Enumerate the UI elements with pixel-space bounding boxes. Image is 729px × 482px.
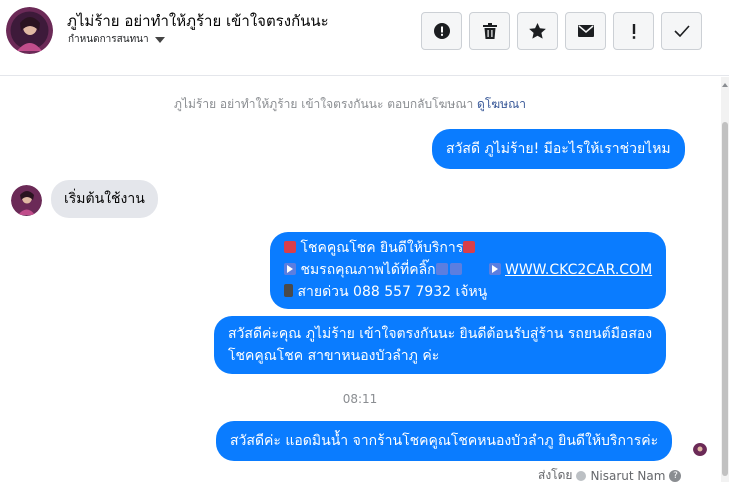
play-button-emoji-icon xyxy=(488,263,501,275)
conversation-title: ภูไม่ร้าย อย่าทำให้ภูร้าย เข้าใจตรงกันนะ xyxy=(67,12,329,30)
message-outgoing[interactable]: สวัสดีค่ะ แอดมินน้ำ จากร้านโชคคูณโชคหนอง… xyxy=(216,421,673,461)
trash-icon xyxy=(482,23,497,39)
sent-status-icon xyxy=(576,470,587,481)
caret-down-icon xyxy=(154,36,165,43)
message-text: เริ่มต้นใช้งาน xyxy=(64,191,145,207)
envelope-icon xyxy=(577,25,594,37)
message-text: สวัสดี ภูไม่ร้าย! มีอะไรให้เราช่วยไหม xyxy=(446,141,671,157)
ad-reply-text: ภูไม่ร้าย อย่าทำให้ภูร้าย เข้าใจตรงกันนะ… xyxy=(174,97,474,111)
star-icon xyxy=(529,23,546,39)
message-text: โชคคูณโชค สาขาหนองบัวลำภู ค่ะ xyxy=(228,348,440,364)
star-button[interactable] xyxy=(517,12,558,50)
message-line: โชคคูณโชค ยินดีให้บริการ xyxy=(284,237,652,259)
sent-by-name: Nisarut Nam xyxy=(590,468,666,482)
conversation-settings-label: กำหนดการสนทนา xyxy=(68,34,149,45)
contact-avatar[interactable] xyxy=(6,7,53,54)
message-line: ชมรถคุณภาพได้ที่คลิ๊ก WWW.CKC2CAR.COM xyxy=(284,259,652,281)
seen-avatar xyxy=(693,442,707,456)
check-icon xyxy=(673,25,690,37)
contact-avatar-small xyxy=(11,185,42,216)
ad-reply-note: ภูไม่ร้าย อย่าทำให้ภูร้าย เข้าใจตรงกันนะ… xyxy=(0,95,700,114)
view-ad-link[interactable]: ดูโฆษณา xyxy=(477,97,526,111)
phone-emoji-icon xyxy=(284,284,293,297)
down-arrow-emoji-icon xyxy=(435,263,448,275)
play-button-emoji-icon xyxy=(284,263,296,275)
spam-button[interactable] xyxy=(613,12,654,50)
scrollbar[interactable] xyxy=(721,77,729,482)
sparkle-emoji-icon xyxy=(284,241,296,253)
message-outgoing[interactable]: โชคคูณโชค ยินดีให้บริการ ชมรถคุณภาพได้ที… xyxy=(270,232,667,309)
alert-circle-icon xyxy=(433,23,450,39)
message-outgoing[interactable]: สวัสดี ภูไม่ร้าย! มีอะไรให้เราช่วยไหม xyxy=(432,129,685,169)
message-incoming[interactable]: เริ่มต้นใช้งาน xyxy=(51,180,158,218)
delete-button[interactable] xyxy=(469,12,510,50)
sent-by-label: ส่งโดย xyxy=(538,468,573,482)
sparkle-emoji-icon xyxy=(463,241,476,253)
mark-unread-button[interactable] xyxy=(565,12,606,50)
report-button[interactable] xyxy=(421,12,462,50)
down-arrow-emoji-icon xyxy=(449,263,462,275)
message-outgoing[interactable]: สวัสดีค่ะคุณ ภูไม่ร้าย เข้าใจตรงกันนะ ยิ… xyxy=(214,316,667,374)
message-text: โชคคูณโชค ยินดีให้บริการ xyxy=(300,240,464,256)
scrollbar-thumb[interactable] xyxy=(722,122,728,476)
done-button[interactable] xyxy=(661,12,702,50)
message-text: สวัสดีค่ะคุณ ภูไม่ร้าย เข้าใจตรงกันนะ ยิ… xyxy=(228,326,653,342)
website-link[interactable]: WWW.CKC2CAR.COM xyxy=(505,262,652,278)
scroll-up-arrow-icon[interactable] xyxy=(722,83,728,87)
help-icon[interactable]: ? xyxy=(669,469,682,482)
sent-by-info: ส่งโดย Nisarut Nam ? xyxy=(538,466,682,482)
message-line: สายด่วน 088 557 7932 เจ้หนู xyxy=(284,281,652,303)
conversation-header: ภูไม่ร้าย อย่าทำให้ภูร้าย เข้าใจตรงกันนะ… xyxy=(0,0,729,76)
header-actions xyxy=(421,12,702,50)
message-text: ชมรถคุณภาพได้ที่คลิ๊ก xyxy=(300,262,436,278)
message-timestamp: 08:11 xyxy=(342,392,378,406)
exclamation-icon xyxy=(632,23,635,39)
conversation-settings-dropdown[interactable]: กำหนดการสนทนา xyxy=(68,32,165,47)
message-text: สวัสดีค่ะ แอดมินน้ำ จากร้านโชคคูณโชคหนอง… xyxy=(230,433,659,449)
message-text: สายด่วน 088 557 7932 เจ้หนู xyxy=(297,284,488,300)
message-thread[interactable]: ภูไม่ร้าย อย่าทำให้ภูร้าย เข้าใจตรงกันนะ… xyxy=(0,77,720,482)
